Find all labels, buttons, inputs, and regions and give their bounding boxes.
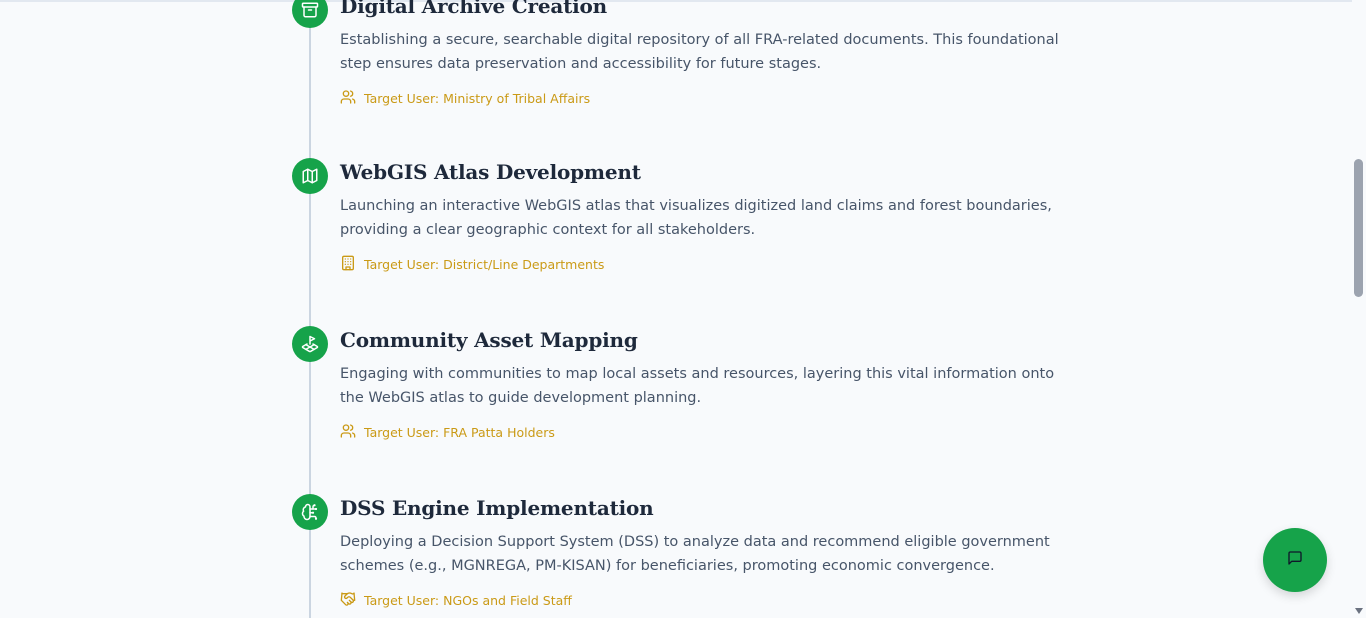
step-description: Engaging with communities to map local a… [340,366,1055,406]
brain-circuit-icon [292,494,328,530]
scrollbar[interactable] [1352,0,1366,618]
users-icon [340,423,356,442]
step-target-user: Target User: NGOs and Field Staff [340,591,572,610]
target-user-label: Target User: Ministry of Tribal Affairs [364,91,591,106]
step-target-user: Target User: Ministry of Tribal Affairs [340,89,590,108]
step-title: Community Asset Mapping [340,328,638,352]
users-icon [340,89,356,108]
archive-icon [292,0,328,28]
step-description: Establishing a secure, searchable digita… [340,32,1059,72]
scroll-down-arrow-icon[interactable] [1355,608,1363,614]
handshake-icon [340,591,356,610]
step-description: Launching an interactive WebGIS atlas th… [340,198,1052,238]
target-user-label: Target User: FRA Patta Holders [364,425,555,440]
target-user-label: Target User: District/Line Departments [364,257,605,272]
step-title: Digital Archive Creation [340,0,608,18]
step-description: Deploying a Decision Support System (DSS… [340,534,1050,574]
step-target-user: Target User: District/Line Departments [340,255,604,274]
step-title: DSS Engine Implementation [340,496,654,520]
scrollbar-thumb[interactable] [1354,159,1363,297]
building-icon [340,255,356,274]
header-divider [0,0,1366,2]
land-plot-icon [292,326,328,362]
step-target-user: Target User: FRA Patta Holders [340,423,555,442]
target-user-label: Target User: NGOs and Field Staff [364,593,572,608]
map-icon [292,158,328,194]
step-title: WebGIS Atlas Development [340,160,641,184]
chat-button[interactable] [1263,528,1327,592]
chat-icon [1287,550,1303,570]
